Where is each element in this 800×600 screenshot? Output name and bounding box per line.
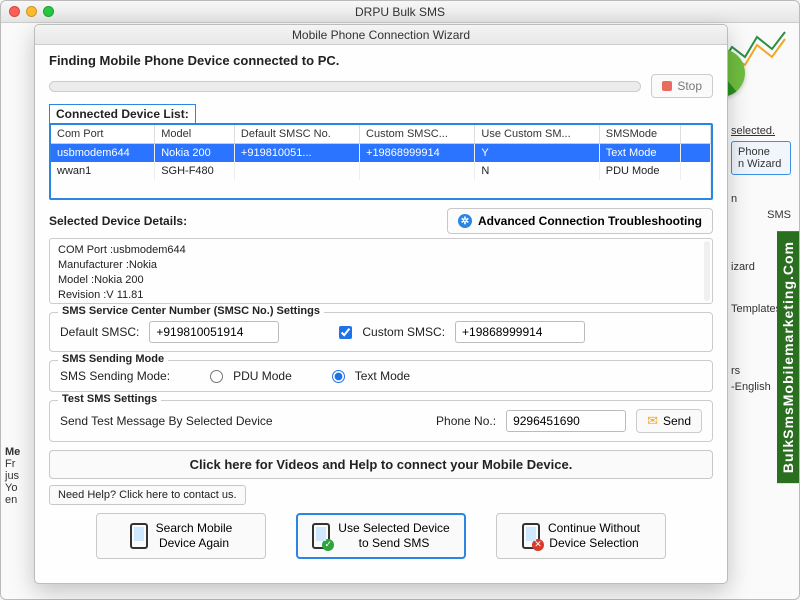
col-model[interactable]: Model (155, 125, 235, 144)
sms-mode-group: SMS Sending Mode SMS Sending Mode: PDU M… (49, 360, 713, 392)
col-default-smsc[interactable]: Default SMSC No. (234, 125, 359, 144)
col-use-custom[interactable]: Use Custom SM... (475, 125, 599, 144)
connection-wizard-dialog: Mobile Phone Connection Wizard Finding M… (34, 24, 728, 584)
advanced-troubleshooting-button[interactable]: ✲ Advanced Connection Troubleshooting (447, 208, 713, 234)
table-row[interactable]: wwan1SGH-F480 NPDU Mode (51, 162, 711, 180)
phone-icon (130, 523, 148, 549)
bg-selected-link: selected. (731, 125, 791, 137)
main-titlebar: DRPU Bulk SMS (1, 1, 799, 23)
help-videos-bar[interactable]: Click here for Videos and Help to connec… (49, 450, 713, 479)
need-help-link[interactable]: Need Help? Click here to contact us. (49, 485, 246, 505)
pdu-mode-radio[interactable] (210, 370, 223, 383)
custom-smsc-label: Custom SMSC: (362, 325, 445, 339)
scan-progress-bar (49, 81, 641, 92)
gear-icon: ✲ (458, 214, 472, 228)
custom-smsc-checkbox[interactable] (339, 326, 352, 339)
send-test-button[interactable]: ✉ Send (636, 409, 702, 433)
default-smsc-input[interactable] (149, 321, 279, 343)
continue-without-button[interactable]: Continue Without Device Selection (496, 513, 666, 559)
table-row[interactable]: usbmodem644Nokia 200 +919810051...+19868… (51, 144, 711, 163)
test-sms-label: Send Test Message By Selected Device (60, 414, 273, 428)
phone-no-input[interactable] (506, 410, 626, 432)
device-details-box[interactable]: COM Port :usbmodem644 Manufacturer :Noki… (49, 238, 713, 304)
selected-device-details-label: Selected Device Details: (49, 214, 187, 228)
custom-smsc-input[interactable] (455, 321, 585, 343)
wizard-title: Mobile Phone Connection Wizard (35, 25, 727, 45)
stop-button[interactable]: Stop (651, 74, 713, 98)
use-selected-device-button[interactable]: Use Selected Device to Send SMS (296, 513, 466, 559)
col-custom-smsc[interactable]: Custom SMSC... (360, 125, 475, 144)
phone-no-label: Phone No.: (436, 414, 496, 428)
phone-check-icon (312, 523, 330, 549)
connected-device-list-label: Connected Device List: (49, 104, 196, 124)
sms-mode-label: SMS Sending Mode: (60, 369, 170, 383)
search-again-button[interactable]: Search Mobile Device Again (96, 513, 266, 559)
smsc-settings-group: SMS Service Center Number (SMSC No.) Set… (49, 312, 713, 352)
default-smsc-label: Default SMSC: (60, 325, 139, 339)
side-watermark: BulkSmsMobilemarketing.Com (777, 231, 799, 483)
stop-icon (662, 81, 672, 91)
finding-label: Finding Mobile Phone Device connected to… (49, 53, 713, 68)
device-table[interactable]: Com Port Model Default SMSC No. Custom S… (49, 123, 713, 200)
test-sms-group: Test SMS Settings Send Test Message By S… (49, 400, 713, 442)
phone-x-icon (522, 523, 540, 549)
main-window-title: DRPU Bulk SMS (1, 5, 799, 19)
col-smsmode[interactable]: SMSMode (599, 125, 680, 144)
col-comport[interactable]: Com Port (51, 125, 155, 144)
details-scrollbar[interactable] (704, 241, 710, 301)
envelope-icon: ✉ (647, 413, 658, 429)
text-mode-radio[interactable] (332, 370, 345, 383)
